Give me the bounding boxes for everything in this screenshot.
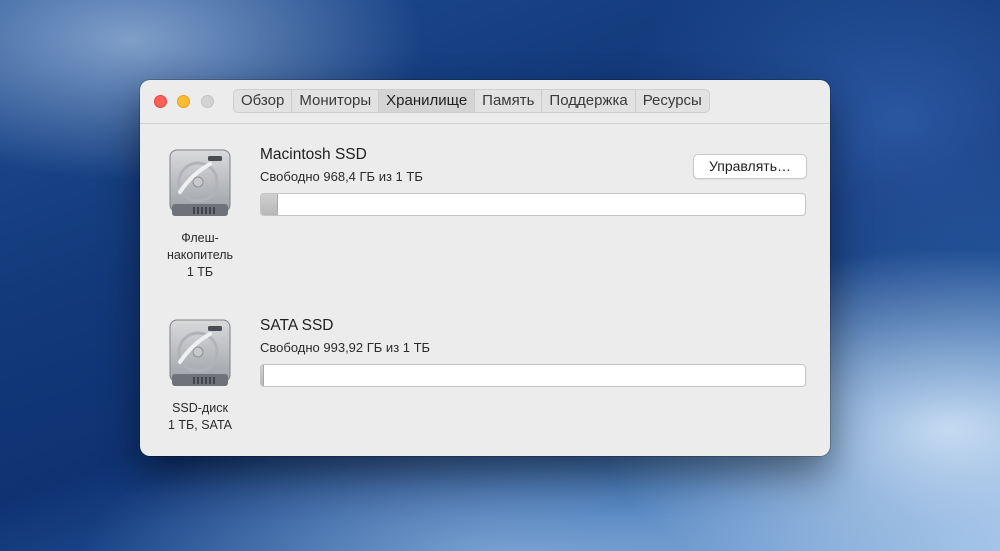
- manage-button[interactable]: Управлять…: [693, 154, 807, 179]
- hard-drive-icon: [169, 149, 231, 216]
- hard-drive-icon: [169, 319, 231, 386]
- disk-name: SATA SSD: [260, 317, 334, 334]
- titlebar: Обзор Мониторы Хранилище Память Поддержк…: [140, 80, 830, 124]
- tab-overview[interactable]: Обзор: [234, 90, 293, 112]
- tab-support[interactable]: Поддержка: [542, 90, 636, 112]
- tab-resources[interactable]: Ресурсы: [636, 90, 709, 112]
- storage-usage-bar: [260, 193, 806, 216]
- close-button[interactable]: [154, 95, 167, 108]
- tab-memory[interactable]: Память: [475, 90, 543, 112]
- tab-bar: Обзор Мониторы Хранилище Память Поддержк…: [233, 89, 710, 113]
- disk-free-space: Свободно 968,4 ГБ из 1 ТБ: [260, 169, 423, 184]
- zoom-button: [201, 95, 214, 108]
- about-this-mac-window: Обзор Мониторы Хранилище Память Поддержк…: [140, 80, 830, 456]
- disk-free-space: Свободно 993,92 ГБ из 1 ТБ: [260, 340, 431, 355]
- disk-caption: SSD-диск 1 ТБ, SATA: [167, 401, 232, 432]
- storage-used-segment: [261, 194, 279, 215]
- disk-name: Macintosh SSD: [260, 146, 367, 163]
- tab-storage[interactable]: Хранилище: [379, 90, 476, 112]
- disk-caption: Флеш- накопитель 1 ТБ: [166, 231, 234, 279]
- tab-displays[interactable]: Мониторы: [292, 90, 380, 112]
- minimize-button[interactable]: [177, 95, 190, 108]
- storage-usage-bar: [260, 364, 806, 387]
- storage-used-segment: [261, 365, 265, 386]
